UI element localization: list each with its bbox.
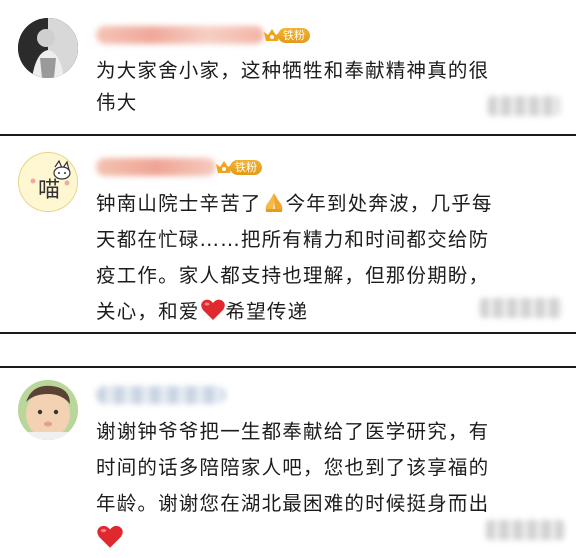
fan-badge-label: 铁粉 xyxy=(278,27,310,43)
avatar[interactable]: 喵 xyxy=(18,152,78,212)
comment-text: 为大家舍小家，这种牺牲和奉献精神真的很 伟大 xyxy=(96,59,490,114)
avatar[interactable] xyxy=(18,380,78,440)
comment-card-2: 喵 铁粉 钟南山院士辛苦了 今年到处奔波，几乎每 天都在忙碌……把所有精力和时间都… xyxy=(0,134,576,334)
timestamp-blurred xyxy=(486,520,564,540)
fan-badge: 铁粉 xyxy=(214,158,262,176)
red-heart-icon xyxy=(200,299,225,320)
timestamp-blurred xyxy=(488,96,560,116)
comment-text: 谢谢钟爷爷把一生都奉献给了医学研究，有 时间的话多陪陪家人吧，您也到了该享福的 … xyxy=(96,414,489,558)
card-gap xyxy=(0,334,576,366)
username-blurred[interactable] xyxy=(96,26,264,44)
comment-card-3: 谢谢钟爷爷把一生都奉献给了医学研究，有 时间的话多陪陪家人吧，您也到了该享福的 … xyxy=(0,366,576,554)
red-heart-icon xyxy=(97,525,123,548)
cat-avatar-icon: 喵 xyxy=(19,153,77,211)
timestamp-blurred xyxy=(480,298,562,318)
comment-card-1: 铁粉 为大家舍小家，这种牺牲和奉献精神真的很 伟大 xyxy=(0,0,576,130)
fan-badge-label: 铁粉 xyxy=(230,159,262,175)
username-blurred[interactable] xyxy=(96,158,216,176)
svg-text:喵: 喵 xyxy=(38,178,60,203)
baby-photo-icon xyxy=(18,380,78,440)
comment-text: 钟南山院士辛苦了 今年到处奔波，几乎每 天都在忙碌……把所有精力和时间都交给防 疫… xyxy=(96,192,493,323)
fan-badge: 铁粉 xyxy=(262,26,310,44)
user-photo-icon xyxy=(18,18,78,78)
username-blurred[interactable] xyxy=(96,386,226,404)
pray-icon xyxy=(265,193,282,212)
avatar[interactable] xyxy=(18,18,78,78)
